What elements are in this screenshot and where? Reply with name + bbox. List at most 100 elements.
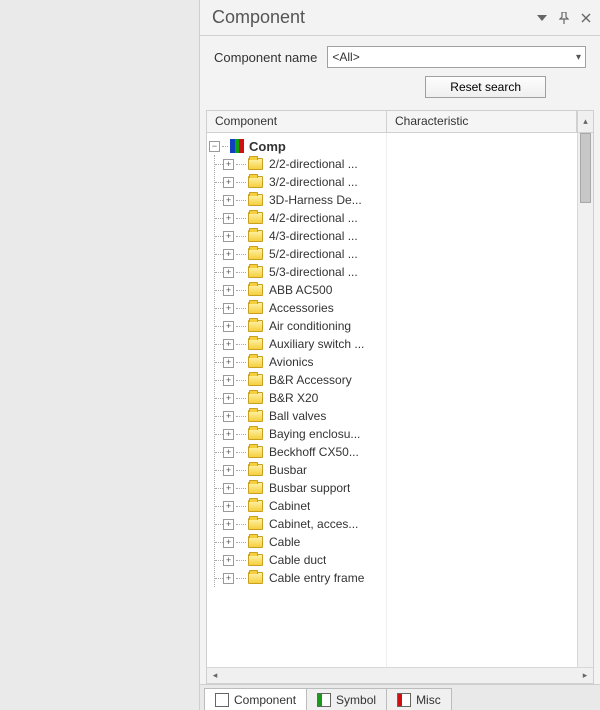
tab-misc[interactable]: Misc [386,688,452,710]
component-name-combo[interactable]: <All> ▾ [327,46,586,68]
tree-node-label: Auxiliary switch ... [269,337,364,351]
workspace-empty-area [0,0,200,710]
tree-node[interactable]: +3/2-directional ... [215,173,386,191]
column-header-characteristic[interactable]: Characteristic [387,111,577,132]
tree-node-label: Cable entry frame [269,571,364,585]
tree-node[interactable]: + Cable entry frame [215,569,386,587]
tree-node-label: Beckhoff CX50... [269,445,359,459]
tree-expand-toggle[interactable]: + [223,249,234,260]
tree-node-label: 3D-Harness De... [269,193,362,207]
tree-node[interactable]: +Ball valves [215,407,386,425]
tree-expand-toggle[interactable]: + [223,411,234,422]
tab-component[interactable]: Component [204,688,307,710]
folder-icon [248,194,263,206]
grid-column-headers: Component Characteristic ▴ [207,111,593,133]
tree-expand-toggle[interactable]: + [223,429,234,440]
tree-expand-toggle[interactable]: + [223,285,234,296]
tree-expand-toggle[interactable]: + [223,321,234,332]
tree-expand-toggle[interactable]: + [223,303,234,314]
tree-node-label: Cabinet [269,499,310,513]
folder-icon [248,536,263,548]
tree-node[interactable]: +Cabinet, acces... [215,515,386,533]
tree-node-label: Cable [269,535,300,549]
vertical-scrollbar-thumb[interactable] [580,133,591,203]
tree-node-label: B&R X20 [269,391,318,405]
tree-node[interactable]: +B&R Accessory [215,371,386,389]
folder-icon [248,500,263,512]
scroll-left-arrow[interactable]: ◂ [207,668,223,683]
tree-node[interactable]: + Avionics [215,353,386,371]
tree-node-label: 2/2-directional ... [269,157,358,171]
folder-icon [248,464,263,476]
tree-node[interactable]: +Busbar support [215,479,386,497]
tree-expand-toggle[interactable]: + [223,393,234,404]
column-header-component[interactable]: Component [207,111,387,132]
tree-node-label: 3/2-directional ... [269,175,358,189]
tree-expand-toggle[interactable]: + [223,339,234,350]
tree-node[interactable]: +Busbar [215,461,386,479]
tree-node-label: ABB AC500 [269,283,332,297]
component-name-combo-value: <All> [332,50,576,64]
scroll-right-arrow[interactable]: ▸ [577,668,593,683]
horizontal-scrollbar-track[interactable] [223,668,577,683]
horizontal-scrollbar[interactable]: ◂ ▸ [207,667,593,683]
tree-collapse-toggle[interactable]: − [209,141,220,152]
pin-icon[interactable] [558,12,570,24]
tree-node[interactable]: +Baying enclosu... [215,425,386,443]
panel-menu-icon[interactable] [536,12,548,24]
tree-node[interactable]: + Cable [215,533,386,551]
tree-node[interactable]: + Cabinet [215,497,386,515]
tree-node-label: 4/2-directional ... [269,211,358,225]
root-icon [230,139,244,153]
tree-node[interactable]: +4/2-directional ... [215,209,386,227]
tree-root-row[interactable]: − Comp [209,137,386,155]
tree-node[interactable]: +Cable duct [215,551,386,569]
close-icon[interactable] [580,12,592,24]
tree-expand-toggle[interactable]: + [223,573,234,584]
tree-node[interactable]: +4/3-directional ... [215,227,386,245]
tab-symbol[interactable]: Symbol [306,688,387,710]
tree-node[interactable]: +3D-Harness De... [215,191,386,209]
tree-expand-toggle[interactable]: + [223,357,234,368]
tree-expand-toggle[interactable]: + [223,267,234,278]
folder-icon [248,230,263,242]
tree-expand-toggle[interactable]: + [223,213,234,224]
folder-icon [248,266,263,278]
component-tree[interactable]: − Comp +2/2-directional ...+3/2-directio… [207,133,387,667]
tree-node[interactable]: +5/3-directional ... [215,263,386,281]
tree-node[interactable]: +2/2-directional ... [215,155,386,173]
tree-node[interactable]: + ABB AC500 [215,281,386,299]
tree-expand-toggle[interactable]: + [223,177,234,188]
tree-node[interactable]: +5/2-directional ... [215,245,386,263]
tree-node-label: Avionics [269,355,313,369]
tree-node[interactable]: + Beckhoff CX50... [215,443,386,461]
vertical-scrollbar[interactable] [577,133,593,667]
folder-icon [248,482,263,494]
tree-node[interactable]: + Accessories [215,299,386,317]
tree-expand-toggle[interactable]: + [223,231,234,242]
tree-node[interactable]: + B&R X20 [215,389,386,407]
tree-expand-toggle[interactable]: + [223,465,234,476]
tree-node-label: Air conditioning [269,319,351,333]
tree-node[interactable]: + Air conditioning [215,317,386,335]
tree-expand-toggle[interactable]: + [223,537,234,548]
scroll-up-arrow[interactable]: ▴ [577,111,593,132]
tree-expand-toggle[interactable]: + [223,519,234,530]
folder-icon [248,428,263,440]
tree-expand-toggle[interactable]: + [223,501,234,512]
tree-expand-toggle[interactable]: + [223,195,234,206]
reset-search-button[interactable]: Reset search [425,76,546,98]
panel-titlebar: Component [200,0,600,36]
tab-component-icon [215,693,229,707]
folder-icon [248,338,263,350]
tree-node-label: Accessories [269,301,334,315]
tree-node[interactable]: + Auxiliary switch ... [215,335,386,353]
tree-expand-toggle[interactable]: + [223,447,234,458]
search-area: Component name <All> ▾ Reset search [200,36,600,104]
tree-expand-toggle[interactable]: + [223,375,234,386]
tree-expand-toggle[interactable]: + [223,555,234,566]
folder-icon [248,392,263,404]
tree-expand-toggle[interactable]: + [223,159,234,170]
tree-expand-toggle[interactable]: + [223,483,234,494]
folder-icon [248,302,263,314]
